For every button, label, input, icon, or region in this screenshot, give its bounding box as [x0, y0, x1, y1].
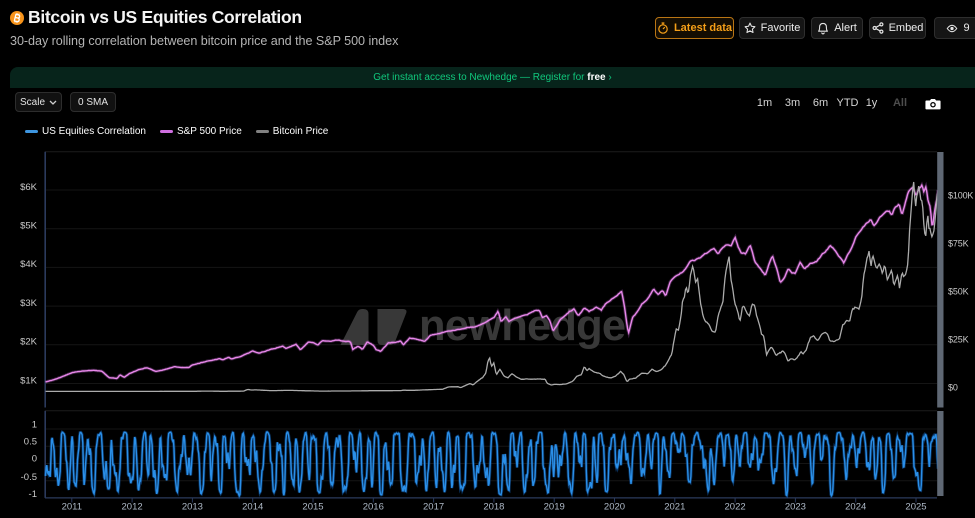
svg-text:-0.5: -0.5: [21, 472, 37, 483]
svg-text:2017: 2017: [423, 502, 444, 513]
svg-text:$50K: $50K: [948, 287, 969, 297]
svg-text:2019: 2019: [544, 502, 565, 513]
svg-text:$2K: $2K: [20, 337, 38, 348]
svg-text:2022: 2022: [725, 502, 746, 513]
svg-text:2012: 2012: [122, 502, 143, 513]
svg-text:$3K: $3K: [20, 298, 38, 309]
svg-text:0.5: 0.5: [24, 436, 37, 447]
svg-text:$4K: $4K: [20, 259, 38, 270]
svg-text:-1: -1: [29, 489, 37, 500]
svg-text:$75K: $75K: [948, 239, 969, 249]
svg-text:2020: 2020: [604, 502, 625, 513]
svg-text:2023: 2023: [785, 502, 806, 513]
svg-text:$6K: $6K: [20, 182, 38, 193]
svg-text:$25K: $25K: [948, 335, 969, 345]
svg-text:2025: 2025: [905, 502, 926, 513]
svg-text:2013: 2013: [182, 502, 203, 513]
svg-text:2021: 2021: [664, 502, 685, 513]
svg-text:2016: 2016: [363, 502, 384, 513]
svg-text:2024: 2024: [845, 502, 866, 513]
svg-text:2014: 2014: [242, 502, 263, 513]
svg-text:$0: $0: [948, 383, 958, 393]
svg-text:$5K: $5K: [20, 221, 38, 232]
svg-text:2018: 2018: [483, 502, 504, 513]
svg-text:0: 0: [32, 454, 37, 465]
svg-text:2015: 2015: [302, 502, 323, 513]
svg-text:$1K: $1K: [20, 375, 38, 386]
svg-text:$100K: $100K: [948, 191, 973, 201]
svg-text:1: 1: [32, 420, 37, 431]
svg-text:2011: 2011: [62, 502, 82, 513]
